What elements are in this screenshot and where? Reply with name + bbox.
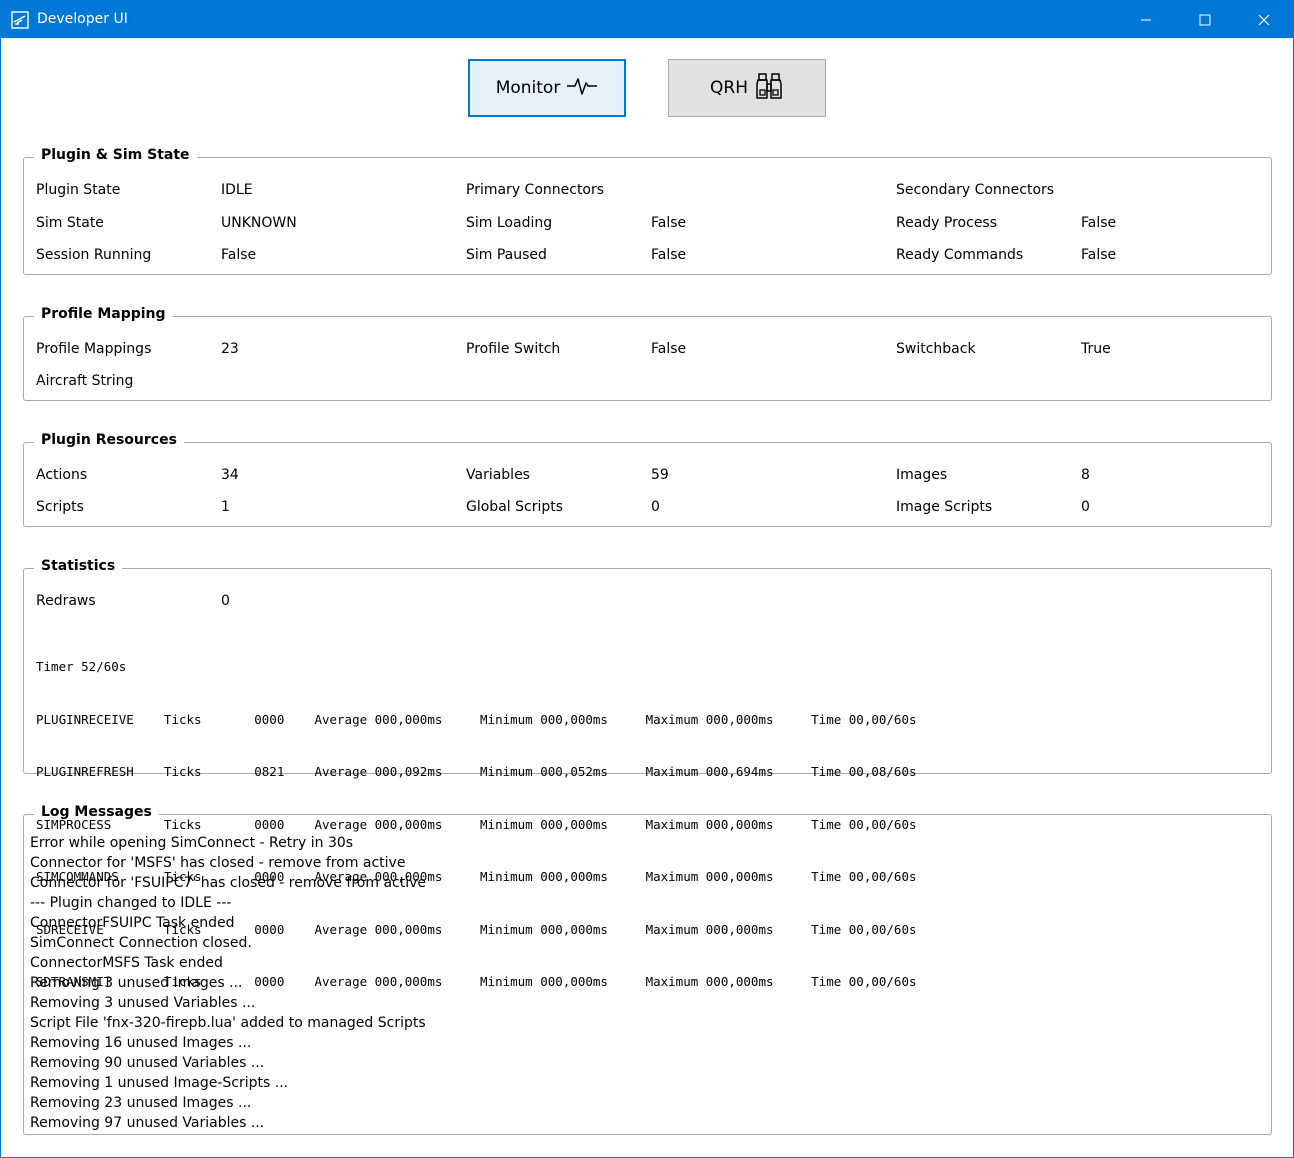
primary-connectors-label: Primary Connectors [466, 182, 605, 198]
images-label: Images [896, 467, 948, 483]
ready-commands-value: False [1081, 247, 1117, 263]
plugin-state-label: Plugin State [36, 182, 121, 198]
group-title: Profile Mapping [34, 306, 173, 322]
sim-loading-value: False [651, 215, 687, 231]
global-scripts-label: Global Scripts [466, 499, 564, 515]
developer-ui-window: Developer UI Monitor QRH Plugin & Sim St… [0, 0, 1294, 1158]
group-title: Plugin & Sim State [34, 147, 197, 163]
scripts-label: Scripts [36, 499, 84, 515]
log-message: --- Plugin changed to IDLE --- [30, 895, 232, 911]
plugin-resources-group: Plugin Resources Actions 34 Variables 59… [23, 432, 1272, 527]
log-message: Connector for 'MSFS' has closed - remove… [30, 855, 406, 871]
group-title: Plugin Resources [34, 432, 184, 448]
binoculars-icon [754, 71, 784, 106]
session-running-value: False [221, 247, 257, 263]
log-message: Removing 3 unused Variables ... [30, 995, 256, 1011]
log-message: Removing 23 unused Images ... [30, 1095, 252, 1111]
ready-process-value: False [1081, 215, 1117, 231]
actions-label: Actions [36, 467, 88, 483]
image-scripts-value: 0 [1081, 499, 1090, 515]
variables-label: Variables [466, 467, 530, 483]
plugin-sim-state-group: Plugin & Sim State Plugin State IDLE Pri… [23, 147, 1272, 275]
monitor-button[interactable]: Monitor [468, 59, 626, 117]
sim-state-label: Sim State [36, 215, 104, 231]
log-message: Removing 3 unused Images ... [30, 975, 243, 991]
log-message: Removing 90 unused Variables ... [30, 1055, 265, 1071]
log-message: Connector for 'FSUIPC7' has closed - rem… [30, 875, 426, 891]
log-message: ConnectorMSFS Task ended [30, 955, 223, 971]
close-button[interactable] [1235, 1, 1293, 38]
log-message: SimConnect Connection closed. [30, 935, 252, 951]
log-message: Error while opening SimConnect - Retry i… [30, 835, 354, 851]
ready-process-label: Ready Process [896, 215, 998, 231]
redraws-label: Redraws [36, 593, 96, 609]
sim-paused-value: False [651, 247, 687, 263]
sim-state-value: UNKNOWN [221, 215, 297, 231]
sim-loading-label: Sim Loading [466, 215, 553, 231]
switchback-label: Switchback [896, 341, 976, 357]
redraws-value: 0 [221, 593, 230, 609]
pulse-icon [566, 74, 598, 103]
title-bar[interactable]: Developer UI [1, 1, 1293, 38]
statistics-line: PLUGINRECEIVE Ticks 0000 Average 000,000… [36, 711, 917, 727]
maximize-button[interactable] [1176, 1, 1234, 38]
profile-mapping-group: Profile Mapping Profile Mappings 23 Prof… [23, 306, 1272, 401]
session-running-label: Session Running [36, 247, 152, 263]
monitor-button-label: Monitor [495, 78, 561, 98]
log-message: Removing 97 unused Variables ... [30, 1115, 265, 1131]
log-messages-group[interactable]: Log Messages Error while opening SimConn… [23, 804, 1272, 1135]
log-message: Script File 'fnx-320-firepb.lua' added t… [30, 1015, 426, 1031]
statistics-line: PLUGINREFRESH Ticks 0821 Average 000,092… [36, 764, 917, 779]
global-scripts-value: 0 [651, 499, 660, 515]
profile-switch-value: False [651, 341, 687, 357]
image-scripts-label: Image Scripts [896, 499, 993, 515]
variables-value: 59 [651, 467, 669, 483]
aircraft-string-label: Aircraft String [36, 373, 134, 389]
log-message: ConnectorFSUIPC Task ended [30, 915, 235, 931]
log-list[interactable]: Error while opening SimConnect - Retry i… [30, 833, 426, 1133]
ready-commands-label: Ready Commands [896, 247, 1024, 263]
profile-switch-label: Profile Switch [466, 341, 561, 357]
qrh-button-label: QRH [710, 78, 748, 98]
statistics-line: Timer 52/60s [36, 659, 127, 674]
images-value: 8 [1081, 467, 1090, 483]
qrh-button[interactable]: QRH [668, 59, 826, 117]
log-message: Removing 16 unused Images ... [30, 1035, 252, 1051]
profile-mappings-label: Profile Mappings [36, 341, 152, 357]
scripts-value: 1 [221, 499, 230, 515]
plugin-state-value: IDLE [221, 182, 253, 198]
app-icon [11, 11, 29, 29]
window-title: Developer UI [37, 11, 128, 27]
statistics-group: Statistics Redraws 0 Timer 52/60s PLUGIN… [23, 558, 1272, 989]
sim-paused-label: Sim Paused [466, 247, 547, 263]
group-title: Statistics [34, 558, 123, 574]
log-message: Removing 1 unused Image-Scripts ... [30, 1075, 289, 1091]
minimize-button[interactable] [1117, 1, 1175, 38]
group-title: Log Messages [34, 804, 159, 820]
secondary-connectors-label: Secondary Connectors [896, 182, 1055, 198]
switchback-value: True [1081, 341, 1111, 357]
profile-mappings-value: 23 [221, 341, 239, 357]
actions-value: 34 [221, 467, 239, 483]
